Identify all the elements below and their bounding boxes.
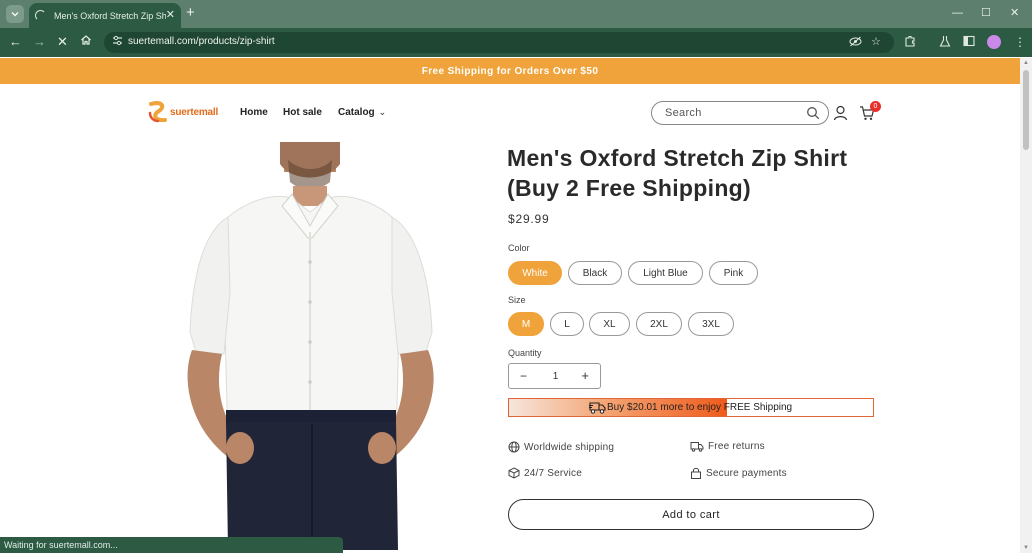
- scroll-up-arrow-icon[interactable]: ▲: [1023, 60, 1029, 66]
- search-input[interactable]: [665, 107, 800, 119]
- loading-spinner-icon: [35, 10, 46, 21]
- feature-label: 24/7 Service: [524, 467, 582, 479]
- color-label: Color: [508, 243, 530, 253]
- page-scrollbar[interactable]: ▲ ▼: [1020, 58, 1032, 553]
- browser-menu-icon[interactable]: ⋮: [1014, 35, 1026, 49]
- announcement-text: Free Shipping for Orders Over $50: [421, 65, 599, 77]
- forward-arrow-icon[interactable]: →: [33, 34, 46, 50]
- nav-catalog-link[interactable]: Catalog ⌄: [338, 107, 386, 118]
- bookmark-star-icon[interactable]: ☆: [871, 36, 881, 49]
- quantity-increase-button[interactable]: +: [581, 368, 589, 383]
- side-panel-icon[interactable]: [963, 35, 975, 50]
- logo-mark-icon: [148, 101, 167, 123]
- feature-worldwide-shipping: Worldwide shipping: [508, 441, 614, 453]
- feature-secure-payments: Secure payments: [690, 467, 787, 479]
- globe-icon: [508, 441, 520, 453]
- truck-icon: [589, 402, 606, 414]
- lock-icon: [691, 467, 701, 479]
- scrollbar-thumb[interactable]: [1023, 70, 1029, 150]
- profile-avatar[interactable]: [987, 35, 1001, 49]
- size-option-3xl[interactable]: 3XL: [688, 312, 734, 336]
- nav-hot-sale-link[interactable]: Hot sale: [283, 107, 322, 118]
- store-logo[interactable]: suertemall: [147, 100, 218, 124]
- url-text: suertemall.com/products/zip-shirt: [128, 36, 275, 47]
- nav-home-link[interactable]: Home: [240, 107, 268, 118]
- account-icon[interactable]: [833, 105, 848, 121]
- tab-close-icon[interactable]: ✕: [166, 8, 175, 22]
- product-price: $29.99: [508, 212, 550, 226]
- home-icon[interactable]: [80, 34, 92, 50]
- quantity-label: Quantity: [508, 348, 542, 358]
- shipping-progress-amount-text: Buy $20.01 more to enjoy: [607, 402, 721, 413]
- size-option-l[interactable]: L: [550, 312, 584, 336]
- close-window-button[interactable]: ✕: [1010, 6, 1019, 20]
- announcement-bar: Free Shipping for Orders Over $50: [0, 58, 1020, 84]
- product-title: Men's Oxford Stretch Zip Shirt (Buy 2 Fr…: [507, 145, 848, 201]
- color-option-pink[interactable]: Pink: [709, 261, 758, 285]
- size-label: Size: [508, 295, 526, 305]
- eye-off-icon[interactable]: [849, 36, 862, 51]
- shipping-progress-free-text: FREE Shipping: [720, 402, 793, 413]
- scroll-down-arrow-icon[interactable]: ▼: [1023, 545, 1029, 551]
- chevron-down-icon: ⌄: [378, 107, 387, 117]
- address-bar[interactable]: suertemall.com/products/zip-shirt: [104, 32, 894, 53]
- chevron-down-icon: [11, 12, 19, 17]
- add-to-cart-button[interactable]: Add to cart: [508, 499, 874, 530]
- delivery-van-icon: [690, 442, 704, 452]
- size-option-xl[interactable]: XL: [589, 312, 630, 336]
- shipping-progress-text: Buy $20.01 more to enjoy FREE Shipping: [607, 402, 792, 413]
- stop-loading-icon[interactable]: ✕: [57, 34, 68, 50]
- color-option-light-blue[interactable]: Light Blue: [628, 261, 703, 285]
- quantity-stepper: − 1 +: [508, 363, 601, 389]
- tab-title: Men's Oxford Stretch Zip Shirt (: [54, 10, 166, 21]
- browser-tab-active[interactable]: Men's Oxford Stretch Zip Shirt ( ✕: [29, 3, 181, 28]
- feature-free-returns: Free returns: [690, 441, 765, 452]
- lab-flask-icon[interactable]: [939, 35, 951, 50]
- color-option-white[interactable]: White: [508, 261, 562, 285]
- feature-label: Free returns: [708, 441, 765, 452]
- feature-label: Worldwide shipping: [524, 441, 615, 453]
- cart-count-badge: 0: [870, 101, 881, 112]
- tab-search-button[interactable]: [6, 5, 24, 23]
- feature-label: Secure payments: [706, 467, 787, 479]
- nav-catalog-label: Catalog: [338, 107, 375, 118]
- free-shipping-progress: Buy $20.01 more to enjoy FREE Shipping: [508, 398, 874, 417]
- search-icon[interactable]: [806, 106, 820, 120]
- feature-24-7-service: 24/7 Service: [508, 467, 582, 479]
- status-text: Waiting for suertemall.com...: [4, 540, 118, 550]
- size-option-m[interactable]: M: [508, 312, 544, 336]
- logo-text: suertemall: [170, 106, 219, 118]
- box-icon: [508, 467, 520, 479]
- back-arrow-icon[interactable]: ←: [9, 34, 22, 50]
- maximize-window-button[interactable]: ☐: [981, 6, 991, 20]
- browser-status-bar: Waiting for suertemall.com...: [0, 537, 343, 553]
- site-info-icon[interactable]: [112, 35, 123, 46]
- minimize-window-button[interactable]: —: [952, 6, 963, 20]
- new-tab-button[interactable]: +: [186, 5, 195, 21]
- browser-tab-strip: Men's Oxford Stretch Zip Shirt ( ✕ + — ☐…: [0, 0, 1032, 28]
- color-option-black[interactable]: Black: [568, 261, 622, 285]
- extensions-puzzle-icon[interactable]: [904, 35, 916, 50]
- product-image[interactable]: [162, 142, 458, 550]
- search-box[interactable]: [651, 101, 829, 125]
- size-option-2xl[interactable]: 2XL: [636, 312, 682, 336]
